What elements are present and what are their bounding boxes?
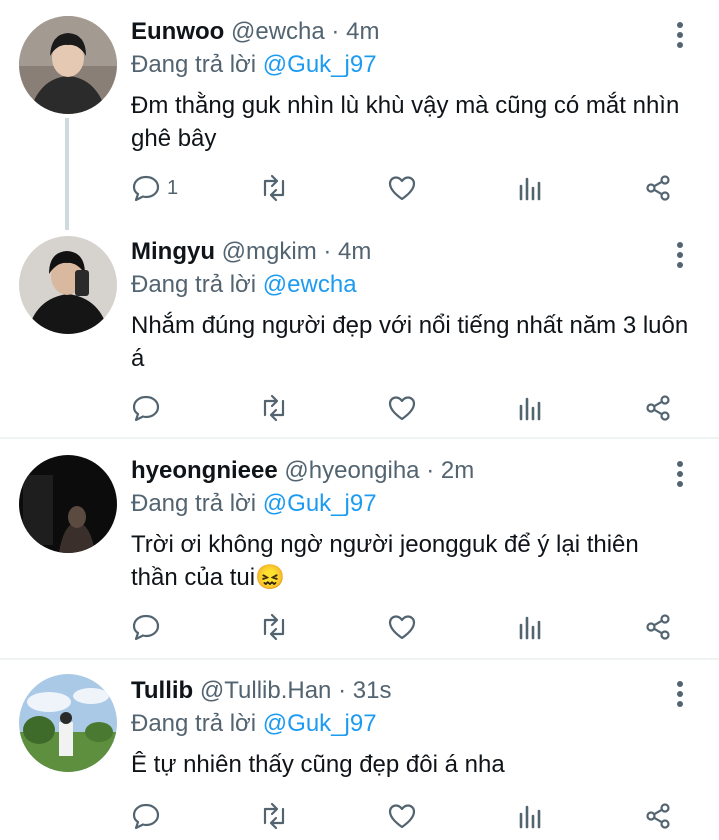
tweet-actions <box>131 798 691 834</box>
share-icon <box>643 173 673 203</box>
share-icon <box>643 801 673 831</box>
display-name[interactable]: hyeongnieee <box>131 457 278 484</box>
tweet-text-content: Trời ơi không ngờ người jeongguk để ý lạ… <box>131 531 639 591</box>
reply-icon <box>131 612 161 642</box>
share-button[interactable] <box>643 798 673 834</box>
reply-context: Đang trả lời @Guk_j97 <box>131 50 377 80</box>
tweet[interactable]: Mingyu @mgkim · 4m Đang trả lời @ewcha N… <box>0 222 719 438</box>
tweet-actions <box>131 609 691 645</box>
avatar[interactable] <box>19 16 117 114</box>
views-button[interactable] <box>515 609 545 645</box>
like-icon <box>387 393 417 423</box>
share-icon <box>643 612 673 642</box>
mention-link[interactable]: @ewcha <box>263 271 357 298</box>
retweet-button[interactable] <box>259 170 289 206</box>
user-handle[interactable]: @mgkim <box>222 238 317 265</box>
avatar[interactable] <box>19 236 117 334</box>
display-name[interactable]: Mingyu <box>131 238 215 265</box>
tweet-text: Nhắm đúng người đẹp với nổi tiếng nhất n… <box>131 312 689 372</box>
reply-prefix: Đang trả lời <box>131 490 257 517</box>
tweet-header: hyeongnieee @hyeongiha · 2m <box>131 456 474 486</box>
like-icon <box>387 612 417 642</box>
reply-prefix: Đang trả lời <box>131 271 257 298</box>
retweet-icon <box>259 173 289 203</box>
retweet-button[interactable] <box>259 609 289 645</box>
like-button[interactable] <box>387 390 417 426</box>
reply-count: 1 <box>167 176 179 199</box>
more-options-icon[interactable] <box>670 459 690 489</box>
tweet-text: Trời ơi không ngờ người jeongguk để ý lạ… <box>131 528 691 594</box>
user-handle[interactable]: @ewcha <box>231 18 325 45</box>
mention-link[interactable]: @Guk_j97 <box>263 710 377 737</box>
tweet-actions: 1 <box>131 170 691 206</box>
separator-dot: · <box>323 238 332 265</box>
tweet-actions <box>131 390 691 426</box>
more-options-icon[interactable] <box>670 240 690 270</box>
tweet[interactable]: Tullib @Tullib.Han · 31s Đang trả lời @G… <box>0 660 719 840</box>
tweet-header: Tullib @Tullib.Han · 31s <box>131 676 391 706</box>
reply-icon <box>131 801 161 831</box>
share-button[interactable] <box>643 390 673 426</box>
display-name[interactable]: Tullib <box>131 677 193 704</box>
separator-dot: · <box>426 457 435 484</box>
views-icon <box>515 173 545 203</box>
tweet-header: Mingyu @mgkim · 4m <box>131 237 371 267</box>
tweet[interactable]: hyeongnieee @hyeongiha · 2m Đang trả lời… <box>0 439 719 658</box>
separator-dot: · <box>331 18 340 45</box>
like-button[interactable] <box>387 170 417 206</box>
views-icon <box>515 612 545 642</box>
like-button[interactable] <box>387 609 417 645</box>
share-button[interactable] <box>643 170 673 206</box>
tweet-header: Eunwoo @ewcha · 4m <box>131 17 379 47</box>
retweet-button[interactable] <box>259 390 289 426</box>
reply-context: Đang trả lời @ewcha <box>131 270 357 300</box>
retweet-icon <box>259 393 289 423</box>
user-handle[interactable]: @Tullib.Han <box>200 677 332 704</box>
timestamp[interactable]: 2m <box>441 457 474 484</box>
separator-dot: · <box>338 677 347 704</box>
emoji: 😖 <box>255 564 285 591</box>
timestamp[interactable]: 31s <box>353 677 392 704</box>
retweet-icon <box>259 612 289 642</box>
views-button[interactable] <box>515 170 545 206</box>
avatar[interactable] <box>19 674 117 772</box>
mention-link[interactable]: @Guk_j97 <box>263 51 377 78</box>
display-name[interactable]: Eunwoo <box>131 18 224 45</box>
like-icon <box>387 801 417 831</box>
retweet-icon <box>259 801 289 831</box>
reply-prefix: Đang trả lời <box>131 710 257 737</box>
like-icon <box>387 173 417 203</box>
views-button[interactable] <box>515 798 545 834</box>
tweet-text: Ê tự nhiên thấy cũng đẹp đôi á nha <box>131 751 505 778</box>
like-button[interactable] <box>387 798 417 834</box>
share-icon <box>643 393 673 423</box>
user-handle[interactable]: @hyeongiha <box>284 457 419 484</box>
reply-button[interactable]: 1 <box>131 170 178 206</box>
reply-context: Đang trả lời @Guk_j97 <box>131 489 377 519</box>
reply-icon <box>131 393 161 423</box>
timestamp[interactable]: 4m <box>338 238 371 265</box>
reply-button[interactable] <box>131 390 161 426</box>
retweet-button[interactable] <box>259 798 289 834</box>
reply-button[interactable] <box>131 798 161 834</box>
mention-link[interactable]: @Guk_j97 <box>263 490 377 517</box>
share-button[interactable] <box>643 609 673 645</box>
views-button[interactable] <box>515 390 545 426</box>
more-options-icon[interactable] <box>670 20 690 50</box>
reply-button[interactable] <box>131 609 161 645</box>
views-icon <box>515 801 545 831</box>
timestamp[interactable]: 4m <box>346 18 379 45</box>
reply-prefix: Đang trả lời <box>131 51 257 78</box>
tweet[interactable]: Eunwoo @ewcha · 4m Đang trả lời @Guk_j97… <box>0 0 719 222</box>
tweet-text: Đm thằng guk nhìn lù khù vậy mà cũng có … <box>131 92 680 152</box>
views-icon <box>515 393 545 423</box>
reply-icon <box>131 173 161 203</box>
reply-context: Đang trả lời @Guk_j97 <box>131 709 377 739</box>
avatar[interactable] <box>19 455 117 553</box>
more-options-icon[interactable] <box>670 679 690 709</box>
